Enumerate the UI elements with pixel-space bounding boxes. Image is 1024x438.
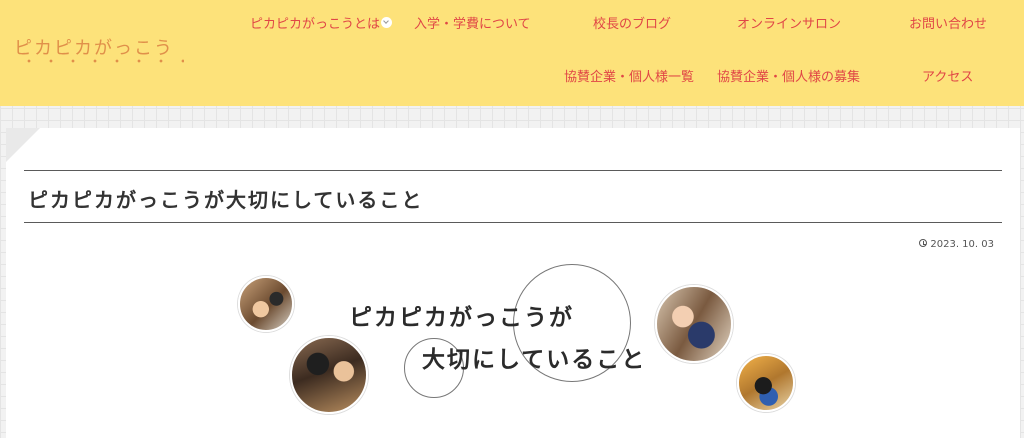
title-rule-bottom [24, 222, 1002, 223]
hero-photo-children-2 [290, 336, 368, 414]
hero-heading-line-1: ピカピカがっこうが [349, 304, 574, 331]
hero-heading-line-2: 大切にしていること [422, 346, 647, 373]
nav-item-access[interactable]: アクセス [922, 70, 973, 86]
post-date-text: 2023. 10. 03 [930, 239, 994, 250]
nav-item-admission[interactable]: 入学・学費について [414, 17, 531, 33]
nav-item-sponsors[interactable]: 協賛企業・個人様一覧 [564, 70, 694, 86]
site-header: ピカピカがっこう ピカピカがっこうとは 入学・学費について 校長のブログ オンラ… [0, 0, 1024, 106]
nav-item-online-salon[interactable]: オンラインサロン [737, 17, 841, 33]
nav-item-sponsor-recruit[interactable]: 協賛企業・個人様の募集 [717, 70, 860, 86]
nav-item-label: ピカピカがっこうとは [250, 17, 381, 32]
card-corner-fold [6, 128, 40, 162]
hero-photo-children-1 [238, 276, 294, 332]
site-logo[interactable]: ピカピカがっこう [14, 34, 174, 60]
page-title: ピカピカがっこうが大切にしていること [28, 188, 424, 212]
hero-photo-children-4 [737, 354, 795, 412]
post-date: 2023. 10. 03 [919, 239, 994, 250]
title-rule-top [24, 170, 1002, 171]
hero-photo-children-3 [655, 285, 733, 363]
nav-item-blog[interactable]: 校長のブログ [593, 17, 671, 33]
nav-item-about[interactable]: ピカピカがっこうとは [250, 17, 393, 33]
clock-icon [919, 239, 928, 247]
chevron-down-icon[interactable] [381, 17, 393, 28]
logo-dots-decoration [14, 58, 184, 64]
post-card [6, 128, 1020, 438]
nav-item-contact[interactable]: お問い合わせ [909, 17, 987, 33]
